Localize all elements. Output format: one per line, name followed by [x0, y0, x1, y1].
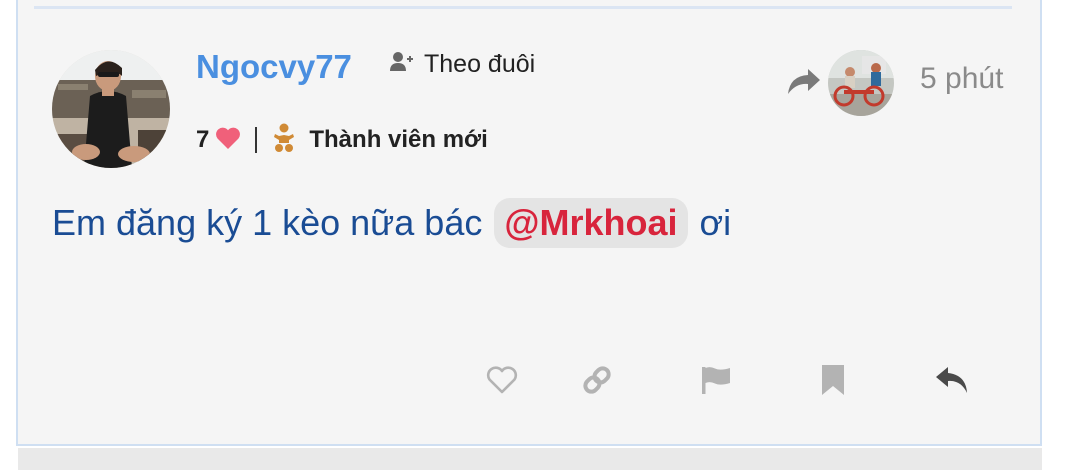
link-icon: [580, 363, 614, 402]
page: Ngocvy77 Theo đuôi 7 Thành viên mới 5 ph…: [0, 0, 1080, 470]
reply-to-indicator[interactable]: [786, 50, 894, 116]
author-likes-count: 7: [196, 126, 210, 153]
user-mention[interactable]: @Mrkhoai: [494, 198, 688, 248]
author-username[interactable]: Ngocvy77: [196, 48, 352, 86]
reply-icon: [935, 365, 969, 400]
post-time[interactable]: 5 phút: [920, 62, 1003, 96]
reply-button[interactable]: [932, 362, 972, 402]
post-content: Em đăng ký 1 kèo nữa bác @Mrkhoai ơi: [52, 198, 731, 248]
author-avatar[interactable]: [52, 50, 170, 168]
bookmark-icon: [820, 364, 846, 401]
meta-separator: [255, 127, 258, 153]
user-plus-icon: [390, 51, 414, 78]
flag-icon: [700, 365, 732, 400]
author-meta: 7 Thành viên mới: [196, 122, 488, 158]
copy-link-button[interactable]: [577, 362, 617, 402]
like-button[interactable]: [482, 362, 522, 402]
share-arrow-icon: [786, 66, 822, 101]
heart-outline-icon: [486, 365, 518, 399]
bookmark-button[interactable]: [813, 362, 853, 402]
follow-label: Theo đuôi: [424, 50, 536, 78]
post-text-before: Em đăng ký 1 kèo nữa bác: [52, 202, 483, 243]
heart-icon: [215, 126, 241, 155]
post-text-after: ơi: [699, 202, 732, 243]
next-post-strip: [18, 448, 1042, 470]
baby-icon: [273, 123, 295, 158]
author-rank: Thành viên mới: [309, 126, 488, 153]
report-button[interactable]: [696, 362, 736, 402]
follow-button[interactable]: Theo đuôi: [390, 50, 535, 79]
reply-to-avatar[interactable]: [828, 50, 894, 116]
top-divider: [34, 6, 1012, 9]
